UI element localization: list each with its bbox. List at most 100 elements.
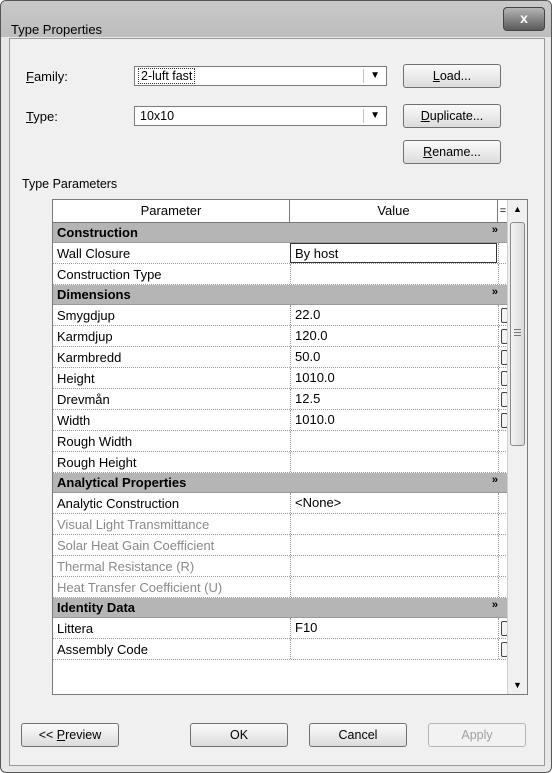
cancel-button[interactable]: Cancel [309, 723, 407, 747]
group-header[interactable]: Construction » [53, 223, 508, 243]
family-label-rest: amily: [33, 69, 68, 84]
parameter-name: Rough Height [57, 455, 137, 470]
window-title: Type Properties [11, 22, 103, 37]
scroll-up-icon[interactable]: ▲ [508, 204, 527, 214]
group-name: Dimensions [57, 287, 131, 302]
group-header[interactable]: Identity Data » [53, 598, 508, 618]
family-value: 2-luft fast [138, 68, 196, 84]
parameter-value-cell[interactable]: 50.0 [290, 347, 497, 367]
collapse-icon[interactable]: » [492, 599, 498, 611]
parameter-name: Assembly Code [57, 642, 149, 657]
type-parameters-grid: Parameter Value = Construction » Wall Clos… [52, 199, 528, 695]
family-label-mnemonic: F [26, 69, 34, 84]
parameter-row[interactable]: Height 1010.0 [53, 368, 508, 389]
parameter-value-cell[interactable]: F10 [290, 618, 497, 638]
parameter-name: Rough Width [57, 434, 133, 449]
parameter-row[interactable]: Smygdjup 22.0 [53, 305, 508, 326]
parameter-row[interactable]: Rough Height [53, 452, 508, 473]
ok-button[interactable]: OK [190, 723, 288, 747]
parameter-row[interactable]: Drevmån 12.5 [53, 389, 508, 410]
parameter-name: Karmbredd [57, 350, 122, 365]
parameter-value-cell[interactable] [290, 264, 497, 284]
group-header[interactable]: Analytical Properties » [53, 473, 508, 493]
parameter-value-cell[interactable]: 120.0 [290, 326, 497, 346]
parameter-row[interactable]: Karmbredd 50.0 [53, 347, 508, 368]
parameter-row[interactable]: Karmdjup 120.0 [53, 326, 508, 347]
parameter-row[interactable]: Construction Type [53, 264, 508, 285]
parameter-value-cell[interactable]: 1010.0 [290, 368, 497, 388]
parameter-name: Drevmån [57, 392, 110, 407]
parameter-value-cell[interactable]: 1010.0 [290, 410, 497, 430]
apply-button[interactable]: Apply [428, 723, 526, 747]
parameter-value-cell[interactable] [290, 514, 497, 534]
apply-button-label: Apply [461, 728, 493, 742]
parameter-row[interactable]: Width 1010.0 [53, 410, 508, 431]
duplicate-button[interactable]: Duplicate... [403, 104, 501, 128]
parameter-value-cell[interactable] [290, 535, 497, 555]
parameter-row[interactable]: Solar Heat Gain Coefficient [53, 535, 508, 556]
parameter-name: Solar Heat Gain Coefficient [57, 538, 215, 553]
type-parameters-label: Type Parameters [22, 177, 118, 191]
parameter-name: Visual Light Transmittance [57, 517, 210, 532]
chevron-down-icon: ▼ [370, 110, 380, 121]
parameter-value-cell[interactable]: By host [290, 243, 497, 263]
vertical-scrollbar[interactable]: ▲ ▼ [507, 200, 527, 694]
ok-button-label: OK [229, 728, 249, 742]
collapse-icon[interactable]: » [492, 286, 498, 298]
close-icon: x [520, 10, 528, 26]
parameter-name: Karmdjup [57, 329, 113, 344]
parameter-name: Wall Closure [57, 246, 131, 261]
parameter-row[interactable]: Rough Width [53, 431, 508, 452]
parameter-row[interactable]: Littera F10 [53, 618, 508, 639]
rename-button-label: Rename... [423, 145, 481, 159]
parameter-name: Height [57, 371, 95, 386]
chevron-down-icon: ▼ [370, 70, 380, 81]
collapse-icon[interactable]: » [492, 474, 498, 486]
parameter-value-cell[interactable]: 12.5 [290, 389, 497, 409]
header-parameter[interactable]: Parameter [53, 200, 290, 222]
parameter-value-cell[interactable] [290, 577, 497, 597]
family-dropdown[interactable]: 2-luft fast ▼ [134, 66, 387, 86]
parameter-row[interactable]: Heat Transfer Coefficient (U) [53, 577, 508, 598]
preview-button-label: << Preview [38, 728, 102, 742]
scroll-down-icon[interactable]: ▼ [508, 680, 527, 690]
parameter-row[interactable]: Analytic Construction <None> [53, 493, 508, 514]
parameter-name: Smygdjup [57, 308, 115, 323]
parameter-name: Width [57, 413, 91, 428]
group-header[interactable]: Dimensions » [53, 285, 508, 305]
parameter-value-cell[interactable] [290, 556, 497, 576]
group-name: Construction [57, 225, 138, 240]
collapse-icon[interactable]: » [492, 224, 498, 236]
type-label-rest: ype: [33, 109, 58, 124]
grid-header: Parameter Value = [53, 200, 508, 223]
scroll-thumb[interactable] [510, 222, 525, 446]
type-properties-window: Type Properties x Family: 2-luft fast ▼ … [0, 0, 552, 773]
load-button[interactable]: Load... [403, 64, 501, 88]
parameter-value-cell[interactable]: 22.0 [290, 305, 497, 325]
parameter-row[interactable]: Assembly Code [53, 639, 508, 660]
header-value[interactable]: Value [290, 200, 498, 222]
type-label: Type: [26, 109, 58, 124]
parameter-value-cell[interactable] [290, 431, 497, 451]
parameter-value-cell[interactable]: <None> [290, 493, 497, 513]
parameter-name: Littera [57, 621, 94, 636]
preview-button[interactable]: << Preview [21, 723, 119, 747]
parameter-row[interactable]: Visual Light Transmittance [53, 514, 508, 535]
dialog-client-area: Family: 2-luft fast ▼ Load... Type: 10x1… [9, 38, 545, 766]
cancel-button-label: Cancel [338, 728, 378, 742]
parameter-value-cell[interactable] [290, 639, 497, 659]
close-button[interactable]: x [503, 7, 545, 31]
grid-rows: Construction» Wall Closure By host Construc… [53, 223, 508, 660]
load-button-label: Load... [432, 69, 472, 83]
grip-icon [514, 327, 521, 338]
parameter-row[interactable]: Thermal Resistance (R) [53, 556, 508, 577]
parameter-name: Thermal Resistance (R) [57, 559, 195, 574]
parameter-row[interactable]: Wall Closure By host [53, 243, 508, 264]
type-dropdown[interactable]: 10x10 ▼ [134, 106, 387, 126]
parameter-value-cell[interactable] [290, 452, 497, 472]
family-label: Family: [26, 69, 68, 84]
dropdown-separator [363, 69, 364, 83]
rename-button[interactable]: Rename... [403, 140, 501, 164]
parameter-name: Construction Type [57, 267, 162, 282]
type-value: 10x10 [140, 109, 175, 123]
